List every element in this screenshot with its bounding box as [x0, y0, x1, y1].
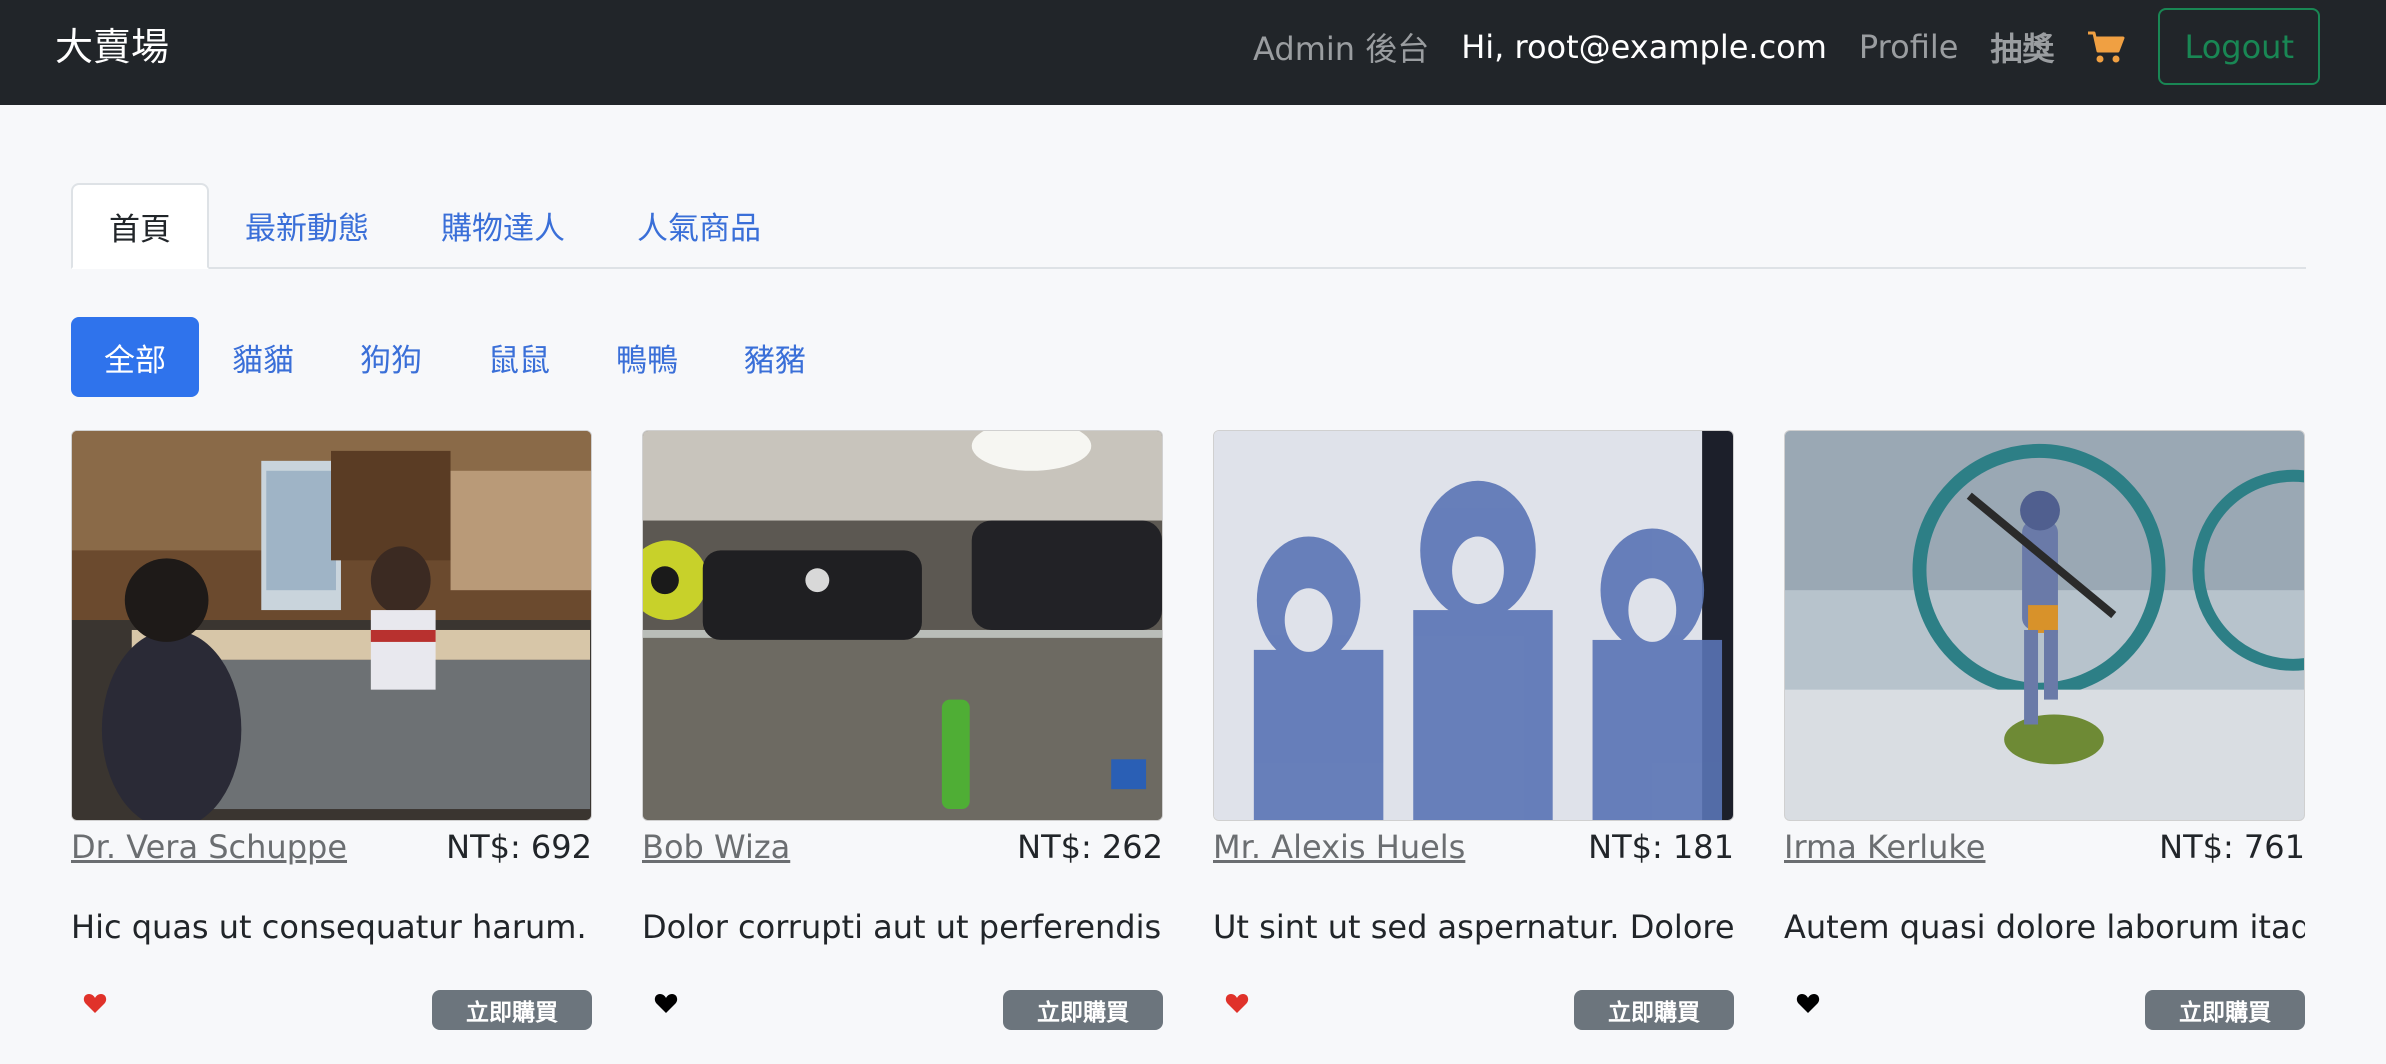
- profile-link[interactable]: Profile: [1859, 28, 1959, 66]
- tab-popular-products[interactable]: 人氣商品: [601, 183, 797, 267]
- product-description: Ut sint ut sed aspernatur. Dolore...: [1213, 908, 1734, 946]
- heart-icon[interactable]: [1796, 992, 1820, 1014]
- tab-top-shoppers[interactable]: 購物達人: [405, 183, 601, 267]
- navbar-right: Admin 後台 Hi, root@example.com Profile 抽獎…: [1253, 8, 2320, 85]
- product-description: Dolor corrupti aut ut perferendis ...: [642, 908, 1163, 946]
- product-card: Dr. Vera Schuppe NT$: 692 Hic quas ut co…: [71, 430, 592, 1064]
- tab-latest-news[interactable]: 最新動態: [209, 183, 405, 267]
- admin-link[interactable]: Admin 後台: [1253, 24, 1429, 70]
- product-image[interactable]: [1784, 430, 2305, 821]
- heart-icon[interactable]: [83, 992, 107, 1014]
- main-tabs: 首頁 最新動態 購物達人 人氣商品: [71, 183, 2306, 269]
- heart-icon[interactable]: [654, 992, 678, 1014]
- product-image[interactable]: [1213, 430, 1734, 821]
- product-price: NT$: 761: [2159, 828, 2305, 866]
- buy-now-button[interactable]: 立即購買: [1003, 990, 1163, 1030]
- product-name[interactable]: Bob Wiza: [642, 828, 790, 866]
- heart-icon[interactable]: [1225, 992, 1249, 1014]
- brand-logo[interactable]: 大賣場: [55, 22, 169, 72]
- category-cats[interactable]: 貓貓: [199, 317, 327, 397]
- tab-home[interactable]: 首頁: [71, 183, 209, 269]
- buy-now-button[interactable]: 立即購買: [1574, 990, 1734, 1030]
- product-name[interactable]: Irma Kerluke: [1784, 828, 1985, 866]
- product-image[interactable]: [71, 430, 592, 821]
- product-name[interactable]: Dr. Vera Schuppe: [71, 828, 347, 866]
- category-all[interactable]: 全部: [71, 317, 199, 397]
- product-card: Mr. Alexis Huels NT$: 181 Ut sint ut sed…: [1213, 430, 1734, 1064]
- buy-now-button[interactable]: 立即購買: [432, 990, 592, 1030]
- logout-button[interactable]: Logout: [2158, 8, 2320, 85]
- user-greeting: Hi, root@example.com: [1461, 27, 1827, 66]
- cart-icon[interactable]: [2086, 29, 2126, 65]
- category-mice[interactable]: 鼠鼠: [455, 317, 583, 397]
- lottery-link[interactable]: 抽獎: [1990, 24, 2054, 70]
- product-description: Hic quas ut consequatur harum. ...: [71, 908, 592, 946]
- product-price: NT$: 262: [1017, 828, 1163, 866]
- category-filter: 全部 貓貓 狗狗 鼠鼠 鴨鴨 豬豬: [71, 317, 839, 397]
- buy-now-button[interactable]: 立即購買: [2145, 990, 2305, 1030]
- product-card: Irma Kerluke NT$: 761 Autem quasi dolore…: [1784, 430, 2305, 1064]
- product-card: Bob Wiza NT$: 262 Dolor corrupti aut ut …: [642, 430, 1163, 1064]
- category-ducks[interactable]: 鴨鴨: [583, 317, 711, 397]
- top-navbar: 大賣場 Admin 後台 Hi, root@example.com Profil…: [0, 0, 2386, 105]
- category-pigs[interactable]: 豬豬: [711, 317, 839, 397]
- product-description: Autem quasi dolore laborum itaq...: [1784, 908, 2305, 946]
- product-price: NT$: 692: [446, 828, 592, 866]
- product-name[interactable]: Mr. Alexis Huels: [1213, 828, 1465, 866]
- category-dogs[interactable]: 狗狗: [327, 317, 455, 397]
- product-price: NT$: 181: [1588, 828, 1734, 866]
- product-image[interactable]: [642, 430, 1163, 821]
